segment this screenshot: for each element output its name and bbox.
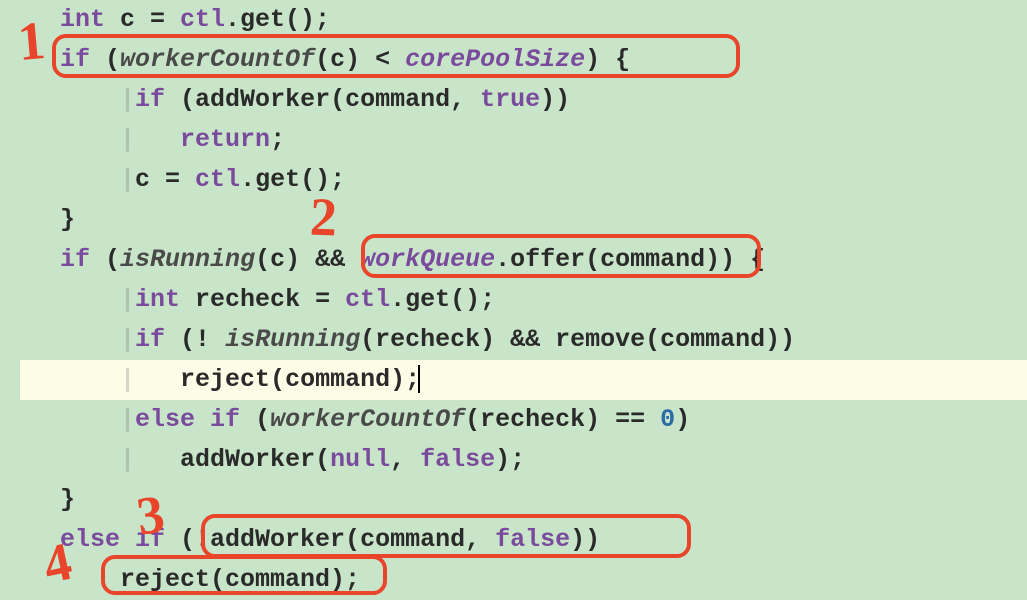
keyword: if (60, 245, 90, 274)
function: isRunning (120, 245, 255, 274)
keyword: return (180, 125, 270, 154)
text: (!addWorker(command, (165, 525, 495, 554)
text: } (60, 205, 75, 234)
text: ( (240, 405, 270, 434)
keyword: false (495, 525, 570, 554)
field: ctl (195, 165, 240, 194)
text: addWorker( (180, 445, 330, 474)
text: .get(); (390, 285, 495, 314)
text: c = (135, 165, 195, 194)
text: .offer(command)) { (495, 245, 765, 274)
code-line-12: | addWorker(null, false); (20, 440, 1027, 480)
annotation-number-2: 2 (309, 190, 338, 245)
text: reject(command); (120, 565, 360, 594)
code-line-14: else if (!addWorker(command, false)) (20, 520, 1027, 560)
code-line-13: } (20, 480, 1027, 520)
field: ctl (345, 285, 390, 314)
code-line-3: |if (addWorker(command, true)) (20, 80, 1027, 120)
text: , (390, 445, 420, 474)
code-line-10-active: | reject(command); (20, 360, 1027, 400)
keyword: if (135, 85, 165, 114)
text: } (60, 485, 75, 514)
keyword: int (135, 285, 180, 314)
code-line-6: } (20, 200, 1027, 240)
function: workerCountOf (270, 405, 465, 434)
text: )) (540, 85, 570, 114)
text: ( (90, 245, 120, 274)
text: (! (165, 325, 225, 354)
text: ) (675, 405, 690, 434)
text: )) (570, 525, 600, 554)
text: c = (105, 5, 180, 34)
keyword: false (420, 445, 495, 474)
field: ctl (180, 5, 225, 34)
keyword: if (60, 45, 90, 74)
text: (c) < (315, 45, 405, 74)
keyword: else if (135, 405, 240, 434)
code-line-7: if (isRunning(c) && workQueue.offer(comm… (20, 240, 1027, 280)
text: reject(command); (180, 365, 420, 394)
code-line-8: |int recheck = ctl.get(); (20, 280, 1027, 320)
keyword: if (135, 325, 165, 354)
text: (addWorker(command, (165, 85, 480, 114)
field: corePoolSize (405, 45, 585, 74)
function: workerCountOf (120, 45, 315, 74)
code-line-15: reject(command); (20, 560, 1027, 600)
text: ; (270, 125, 285, 154)
text: (recheck) && remove(command)) (360, 325, 795, 354)
text: recheck = (180, 285, 345, 314)
text: ); (495, 445, 525, 474)
text-cursor (418, 365, 420, 393)
code-line-11: |else if (workerCountOf(recheck) == 0) (20, 400, 1027, 440)
function: isRunning (225, 325, 360, 354)
keyword: int (60, 5, 105, 34)
code-line-2: if (workerCountOf(c) < corePoolSize) { (20, 40, 1027, 80)
keyword: null (330, 445, 390, 474)
number: 0 (660, 405, 675, 434)
text: ) { (585, 45, 630, 74)
annotation-number-1: 1 (16, 13, 48, 69)
text: (recheck) == (465, 405, 660, 434)
text: (c) && (255, 245, 360, 274)
text: .get(); (225, 5, 330, 34)
code-line-9: |if (! isRunning(recheck) && remove(comm… (20, 320, 1027, 360)
code-line-1: int c = ctl.get(); (20, 0, 1027, 40)
keyword: true (480, 85, 540, 114)
code-line-4: | return; (20, 120, 1027, 160)
text: ( (90, 45, 120, 74)
field: workQueue (360, 245, 495, 274)
code-line-5: |c = ctl.get(); (20, 160, 1027, 200)
